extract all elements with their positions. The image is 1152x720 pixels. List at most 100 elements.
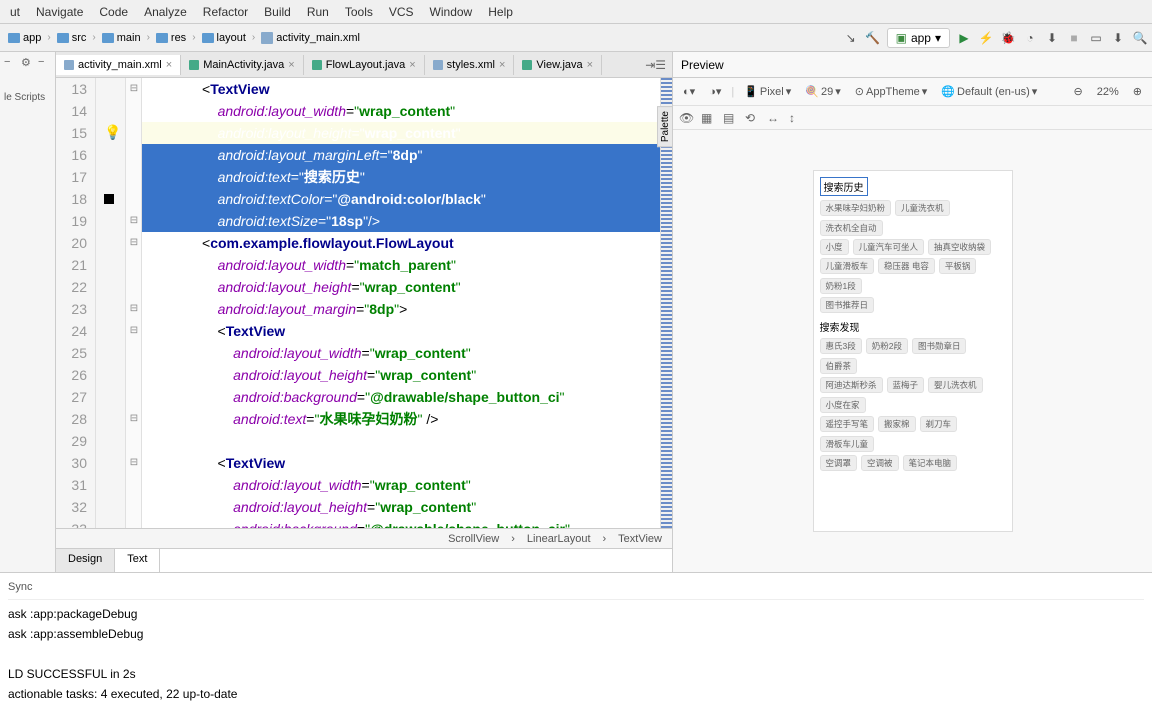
- attach-icon[interactable]: ⬇: [1044, 30, 1060, 46]
- debug-icon[interactable]: 🐞: [1000, 30, 1016, 46]
- crumb-src[interactable]: src: [53, 30, 91, 46]
- chip: 平板锅: [939, 258, 977, 274]
- crumb-app[interactable]: app: [4, 30, 45, 46]
- layout-editor-tabs: Design Text: [56, 548, 672, 572]
- profile-icon[interactable]: ◔: [1022, 30, 1038, 46]
- preview-label: 搜索发现: [820, 319, 1006, 334]
- menu-item[interactable]: ut: [2, 2, 28, 22]
- sync-icon[interactable]: ↘: [843, 30, 859, 46]
- crumb-file[interactable]: activity_main.xml: [257, 30, 364, 46]
- chip: 图书勋章日: [912, 338, 967, 354]
- api-selector[interactable]: 🍭29▾: [801, 83, 844, 100]
- crumb-main[interactable]: main: [98, 30, 145, 46]
- tab-design[interactable]: Design: [56, 549, 115, 572]
- build-output: ask :app:packageDebugask :app:assembleDe…: [8, 604, 1144, 704]
- menu-item-build[interactable]: Build: [256, 2, 299, 22]
- close-icon[interactable]: ×: [288, 59, 294, 71]
- zoom-level: 22%: [1093, 84, 1123, 100]
- crumb[interactable]: LinearLayout: [527, 533, 591, 545]
- stop-icon[interactable]: ■: [1066, 30, 1082, 46]
- menu-item-navigate[interactable]: Navigate: [28, 2, 91, 22]
- menu-item-window[interactable]: Window: [422, 2, 481, 22]
- editor-tab[interactable]: MainActivity.java×: [181, 55, 304, 75]
- crumb[interactable]: TextView: [618, 533, 662, 545]
- build-tool-window[interactable]: Sync ask :app:packageDebugask :app:assem…: [0, 572, 1152, 720]
- locale-selector[interactable]: 🌐Default (en-us)▾: [937, 83, 1041, 100]
- chip: 搬家棉: [878, 416, 916, 432]
- menu-item-vcs[interactable]: VCS: [381, 2, 422, 22]
- menu-item-analyze[interactable]: Analyze: [136, 2, 195, 22]
- run-config-selector[interactable]: ▣ app ▾: [887, 28, 950, 48]
- file-icon: [189, 60, 199, 70]
- menu-item-run[interactable]: Run: [299, 2, 337, 22]
- folder-icon: [202, 33, 214, 43]
- file-icon: [522, 60, 532, 70]
- project-label: le Scripts: [4, 74, 51, 103]
- project-tool-window: − ⚙ − le Scripts: [0, 52, 56, 572]
- editor-tabs: activity_main.xml×MainActivity.java×Flow…: [56, 52, 672, 78]
- preview-canvas[interactable]: 搜索历史 水果味孕妇奶粉儿童洗衣机洗衣机全自动小度儿童汽车可坐人抽真空收纳袋儿童…: [673, 130, 1152, 572]
- navigation-bar: app› src› main› res› layout› activity_ma…: [0, 24, 1152, 52]
- editor-area: activity_main.xml×MainActivity.java×Flow…: [56, 52, 672, 572]
- menu-item-help[interactable]: Help: [480, 2, 521, 22]
- apply-changes-icon[interactable]: ⚡: [978, 30, 994, 46]
- vert-icon[interactable]: ↕: [789, 111, 803, 125]
- editor-breadcrumb: ScrollView› LinearLayout› TextView: [56, 528, 672, 548]
- menu-item-code[interactable]: Code: [91, 2, 136, 22]
- chip: 滑板车儿童: [820, 436, 875, 452]
- orientation-icon[interactable]: ◐▾: [679, 83, 699, 100]
- code-editor[interactable]: 1314151617181920212223242526272829303132…: [56, 78, 672, 528]
- sdk-icon[interactable]: ⬇: [1110, 30, 1126, 46]
- refresh-icon[interactable]: ⟲: [745, 111, 759, 125]
- xml-icon: [261, 32, 273, 44]
- hammer-icon[interactable]: 🔨: [865, 30, 881, 46]
- chip: 伯爵茶: [820, 358, 858, 374]
- editor-tab[interactable]: activity_main.xml×: [56, 55, 181, 75]
- theme-selector[interactable]: ⊙AppTheme▾: [851, 83, 932, 100]
- blueprint-icon[interactable]: ▦: [701, 111, 715, 125]
- editor-tab[interactable]: styles.xml×: [425, 55, 515, 75]
- chip: 儿童汽车可坐人: [853, 239, 925, 255]
- editor-tab[interactable]: View.java×: [514, 55, 602, 75]
- gear-icon[interactable]: ⚙: [21, 56, 34, 70]
- layout-icon[interactable]: ▤: [723, 111, 737, 125]
- chip: 剃刀车: [920, 416, 958, 432]
- avd-icon[interactable]: ▭: [1088, 30, 1104, 46]
- chip: 空调被: [861, 455, 899, 471]
- crumb-res[interactable]: res: [152, 30, 190, 46]
- close-icon[interactable]: ×: [499, 59, 505, 71]
- chip: 水果味孕妇奶粉: [820, 200, 892, 216]
- menu-item-refactor[interactable]: Refactor: [195, 2, 256, 22]
- zoom-out-icon[interactable]: ⊖: [1070, 83, 1087, 100]
- close-icon[interactable]: ×: [409, 59, 415, 71]
- chip: 奶粉2段: [866, 338, 908, 354]
- code-content[interactable]: <TextView android:layout_width="wrap_con…: [142, 78, 660, 528]
- editor-tab[interactable]: FlowLayout.java×: [304, 55, 425, 75]
- search-icon[interactable]: 🔍: [1132, 30, 1148, 46]
- close-icon[interactable]: ×: [166, 59, 172, 71]
- tabs-overflow-icon[interactable]: ⇥☰: [639, 58, 672, 72]
- line-number-gutter: 1314151617181920212223242526272829303132…: [56, 78, 96, 528]
- tab-text[interactable]: Text: [115, 549, 160, 572]
- pan-icon[interactable]: ↔: [767, 111, 781, 125]
- run-icon[interactable]: ▶: [956, 30, 972, 46]
- hide-icon[interactable]: −: [38, 56, 51, 70]
- folder-icon: [8, 33, 20, 43]
- device-selector[interactable]: 📱Pixel▾: [740, 83, 795, 100]
- crumb-layout[interactable]: layout: [198, 30, 250, 46]
- night-mode-icon[interactable]: ◑▾: [705, 83, 725, 100]
- palette-tab[interactable]: Palette: [657, 106, 672, 147]
- chip: 遥控手写笔: [820, 416, 875, 432]
- close-icon[interactable]: ×: [587, 59, 593, 71]
- android-icon: ▣: [896, 31, 907, 45]
- eye-icon[interactable]: 👁: [679, 111, 693, 125]
- collapse-icon[interactable]: −: [4, 56, 17, 70]
- fold-gutter[interactable]: ⊟⊟⊟⊟⊟⊟⊟: [126, 78, 142, 528]
- chip: 奶粉1段: [820, 278, 862, 294]
- main-menu-bar: ut Navigate Code Analyze Refactor Build …: [0, 0, 1152, 24]
- menu-item-tools[interactable]: Tools: [337, 2, 381, 22]
- zoom-in-icon[interactable]: ⊕: [1129, 83, 1146, 100]
- crumb[interactable]: ScrollView: [448, 533, 499, 545]
- breakpoint-gutter[interactable]: 💡: [96, 78, 126, 528]
- file-icon: [433, 60, 443, 70]
